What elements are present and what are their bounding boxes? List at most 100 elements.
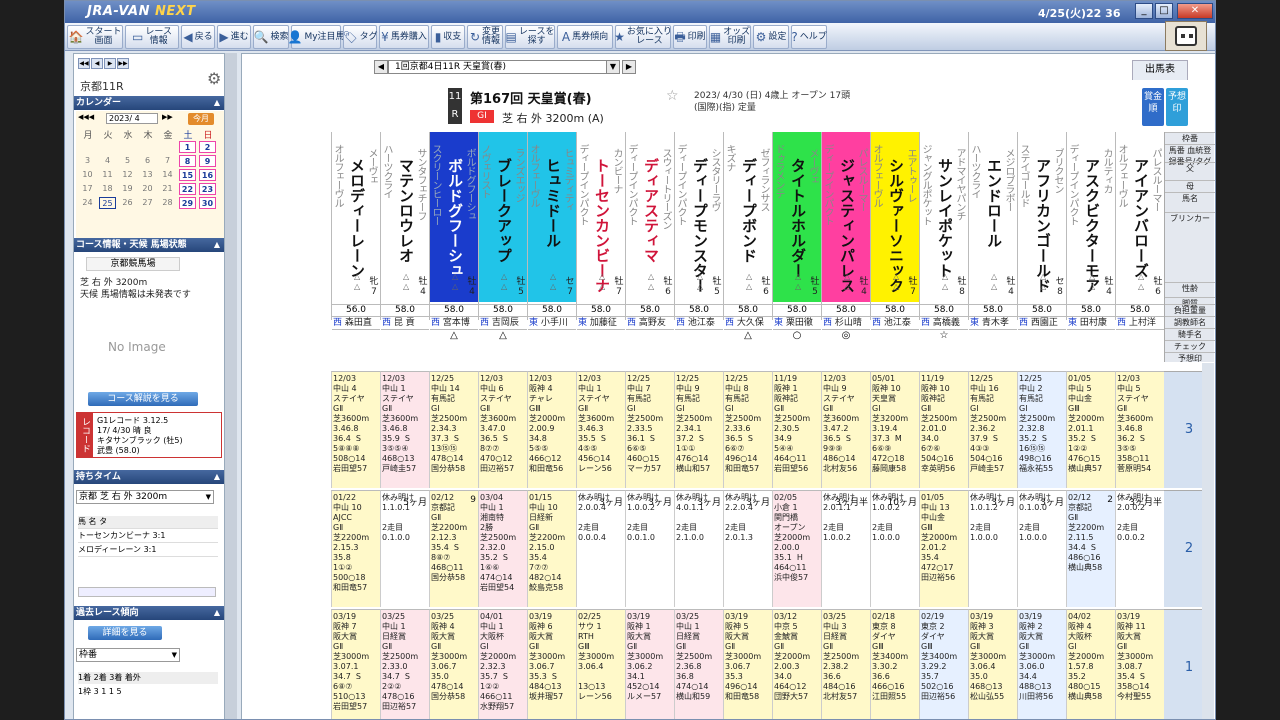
toolbar-button[interactable]: ▶ 進む: [217, 25, 251, 49]
calendar-day[interactable]: 22: [179, 183, 196, 195]
past-run-cell[interactable]: 02/18 東京 8 ダイヤ GⅢ 芝3400m 3.30.2 36.6 466…: [870, 609, 919, 719]
calendar-day[interactable]: 11: [99, 169, 116, 181]
cal-next-icon[interactable]: ▶▶: [162, 113, 173, 121]
past-run-cell[interactable]: 12/03 中山 9 ステイヤ GⅡ 芝3600m 3.47.2 36.5 S …: [821, 371, 870, 488]
toolbar-button[interactable]: ▮ 収支: [431, 25, 465, 49]
past-run-cell[interactable]: 03/19 阪神 3 阪大賞 GⅡ 芝3000m 3.06.4 35.0 468…: [968, 609, 1017, 719]
maximize-button[interactable]: □: [1155, 3, 1173, 19]
calendar-day[interactable]: 14: [159, 169, 176, 181]
toolbar-button[interactable]: ¥ 馬券購入: [379, 25, 429, 49]
yoso-mark[interactable]: [871, 329, 919, 341]
past-run-cell[interactable]: 11/19 阪神 10 阪神記 GⅡ 芝2500m 2.01.0 34.0 6⑦…: [919, 371, 968, 488]
next-icon[interactable]: ▶: [104, 58, 116, 69]
toolbar-button[interactable]: 👤 My注目馬: [287, 25, 345, 49]
past-run-cell[interactable]: 休み明け 2.0.0.2 2走目 0.0.0.2 3ヶ月半: [1115, 490, 1164, 607]
past-run-cell[interactable]: 11/19 阪神 1 阪神記 GⅡ 芝2500m 2.30.5 34.9 5④④…: [772, 371, 821, 488]
first-icon[interactable]: ◀◀: [78, 58, 90, 69]
yoso-mark[interactable]: ○: [773, 329, 821, 341]
calendar-day[interactable]: 12: [119, 169, 136, 181]
race-prev-icon[interactable]: ◀: [374, 60, 388, 74]
past-select[interactable]: 枠番: [76, 648, 180, 662]
yoso-mark[interactable]: [969, 329, 1017, 341]
past-run-cell[interactable]: 12/03 中山 1 ステイヤ GⅡ 芝3600m 3.46.3 35.5 S …: [576, 371, 625, 488]
horizontal-scrollbar[interactable]: [78, 587, 216, 597]
mascot-icon[interactable]: [1165, 21, 1207, 51]
calendar-day[interactable]: 27: [139, 197, 156, 209]
horse-column[interactable]: オルフェーヴル ヒュミディティ ヒュミドール △ △ セ7 58.0 東 小手川: [527, 132, 576, 330]
toolbar-button[interactable]: 🏠 スタート 画面: [67, 25, 123, 49]
toolbar-button[interactable]: 🔍 検索: [253, 25, 289, 49]
horse-name[interactable]: ブレークアップ: [493, 158, 515, 263]
horse-column[interactable]: ジャングルポケット アドマイヤパンチ サンレイポケット △ △ 牡8 58.0 西 高橋義 ☆: [919, 132, 968, 341]
yoso-mark[interactable]: [1116, 329, 1164, 341]
past-run-cell[interactable]: 12/03 中山 4 ステイヤ GⅡ 芝3600m 3.46.8 36.4 S …: [331, 371, 380, 488]
yoso-mark[interactable]: △: [479, 329, 527, 341]
past-run-cell[interactable]: 05/01 阪神 10 天皇賞 GⅠ 芝3200m 3.19.4 37.3 M …: [870, 371, 919, 488]
past-run-cell[interactable]: 01/22 中山 10 AJCC GⅡ 芝2200m 2.15.3 35.8 1…: [331, 490, 380, 607]
toolbar-button[interactable]: ▤ レースを 探す: [505, 25, 555, 49]
yoso-mark[interactable]: [626, 329, 674, 341]
horse-name[interactable]: タイトルホルダー: [787, 158, 809, 278]
horse-name[interactable]: メロディーレーン: [346, 158, 368, 278]
past-run-cell[interactable]: 03/19 阪神 2 阪大賞 GⅡ 芝3000m 3.06.0 34.4 488…: [1017, 609, 1066, 719]
past-run-cell[interactable]: 02/19 東京 2 ダイヤ GⅢ 芝3400m 3.29.2 35.7 502…: [919, 609, 968, 719]
past-run-cell[interactable]: 12/25 中山 8 有馬記 GⅠ 芝2500m 2.33.6 36.5 S 6…: [723, 371, 772, 488]
close-button[interactable]: ✕: [1177, 3, 1213, 19]
calendar-day[interactable]: 5: [119, 155, 136, 167]
past-run-cell[interactable]: 休み明け 2.0.0.4 2走目 0.0.0.4 3ヶ月: [576, 490, 625, 607]
past-run-cell[interactable]: 02/25 サウ 1 RTH GⅢ 芝3000m 3.06.4 13○13 レー…: [576, 609, 625, 719]
calendar-day[interactable]: 25: [99, 197, 116, 209]
past-run-cell[interactable]: 12/03 阪神 4 チャレ GⅢ 芝2000m 2.00.9 34.8 5⑤⑤…: [527, 371, 576, 488]
yoso-mark[interactable]: ◎: [822, 329, 870, 341]
past-run-cell[interactable]: 03/19 阪神 11 阪大賞 GⅡ 芝3000m 3.08.7 35.4 S …: [1115, 609, 1164, 719]
toolbar-button[interactable]: ◀ 戻る: [181, 25, 215, 49]
left-scrollbar[interactable]: [225, 53, 237, 719]
past-run-cell[interactable]: 03/19 阪神 6 阪大賞 GⅡ 芝3000m 3.06.7 35.3 S 4…: [527, 609, 576, 719]
past-run-cell[interactable]: 03/19 阪神 5 阪大賞 GⅡ 芝3000m 3.06.7 35.3 496…: [723, 609, 772, 719]
toolbar-button[interactable]: ▦ オッズ 印刷: [709, 25, 751, 49]
calendar-day[interactable]: 15: [179, 169, 196, 181]
calendar-day[interactable]: 3: [79, 155, 96, 167]
past-run-cell[interactable]: 休み明け 1.0.0.2 2走目 1.0.0.0 10ヶ月: [870, 490, 919, 607]
yoso-mark[interactable]: [1067, 329, 1115, 341]
yoso-mark[interactable]: [381, 329, 429, 341]
race-select[interactable]: 1回京都4日11R 天皇賞(春): [388, 60, 620, 74]
horse-column[interactable]: キズナ ゼフィランサス ディープボンド △ △ 牡6 58.0 西 大久保 △: [723, 132, 772, 341]
past-run-cell[interactable]: 12/25 中山 14 有馬記 GⅠ 芝2500m 2.34.3 37.3 S …: [429, 371, 478, 488]
calendar-day[interactable]: 16: [199, 169, 216, 181]
horse-name[interactable]: サンレイポケット: [934, 158, 956, 278]
prev-icon[interactable]: ◀: [91, 58, 103, 69]
yoso-mark[interactable]: [675, 329, 723, 341]
past-run-cell[interactable]: 03/12 中京 5 金鯱賞 GⅡ 芝2000m 2.00.3 34.0 464…: [772, 609, 821, 719]
past-run-cell[interactable]: 休み明け 2.0.1.1 2走目 1.0.0.2 3ヶ月半: [821, 490, 870, 607]
past-run-cell[interactable]: 02/12 京都記 GⅡ 芝2200m 2.11.5 34.4 S 486○16…: [1066, 490, 1115, 607]
toolbar-button[interactable]: ↻ 変更 情報: [467, 25, 503, 49]
yoso-mark[interactable]: ☆: [920, 329, 968, 341]
mochi-row[interactable]: メロディーレーン 3:1: [78, 544, 218, 557]
horse-column[interactable]: ディープインパクト パレスルーマー ジャスティンパレス △ △ 牡4 58.0 西 杉山晴 ◎: [821, 132, 870, 341]
past-run-cell[interactable]: 04/01 中山 1 大阪杯 GⅠ 芝2000m 2.32.3 35.7 S 1…: [478, 609, 527, 719]
horse-name[interactable]: ボルドグフーシュ: [444, 158, 466, 278]
calendar-day[interactable]: 18: [99, 183, 116, 195]
past-run-cell[interactable]: 12/03 中山 6 ステイヤ GⅡ 芝3600m 3.47.0 36.5 S …: [478, 371, 527, 488]
past-run-cell[interactable]: 03/19 阪神 1 阪大賞 GⅡ 芝3000m 3.06.2 34.1 452…: [625, 609, 674, 719]
horse-name[interactable]: アイアンバローズ: [1130, 158, 1152, 278]
yoso-button[interactable]: 予想印: [1166, 88, 1188, 126]
horse-column[interactable]: ディープインパクト スウィートリーズン ディアスティマ △ △ 牡6 58.0 西 高野友: [625, 132, 674, 330]
calendar-day[interactable]: 24: [79, 197, 96, 209]
minimize-button[interactable]: _: [1135, 3, 1153, 19]
calendar-day[interactable]: 29: [179, 197, 196, 209]
yoso-mark[interactable]: [577, 329, 625, 341]
past-run-cell[interactable]: 12/25 中山 9 有馬記 GⅠ 芝2500m 2.34.1 37.2 S 1…: [674, 371, 723, 488]
horse-column[interactable]: オルフェーヴル エアトゥーレ シルヴァーソニック △ △ 牡7 58.0 西 池江泰: [870, 132, 919, 330]
calendar-day[interactable]: 13: [139, 169, 156, 181]
yoso-mark[interactable]: △: [430, 329, 478, 341]
past-run-cell[interactable]: 12/03 中山 1 ステイヤ GⅡ 芝3600m 3.46.8 35.9 S …: [380, 371, 429, 488]
race-next-icon[interactable]: ▶: [622, 60, 636, 74]
yoso-mark[interactable]: [1018, 329, 1066, 341]
past-run-cell[interactable]: 03/25 中山 3 日経賞 GⅡ 芝2500m 2.38.2 36.6 484…: [821, 609, 870, 719]
horse-column[interactable]: ディープインパクト シスタリーラヴ ディープモンスター △ △ 牡5 58.0 西 池江泰: [674, 132, 723, 330]
past-run-cell[interactable]: 03/25 中山 1 日経賞 GⅡ 芝2500m 2.36.8 36.8 474…: [674, 609, 723, 719]
past-run-cell[interactable]: 休み明け 2.2.0.4 2走目 2.0.1.3 3ヶ月: [723, 490, 772, 607]
calendar-day[interactable]: 21: [159, 183, 176, 195]
